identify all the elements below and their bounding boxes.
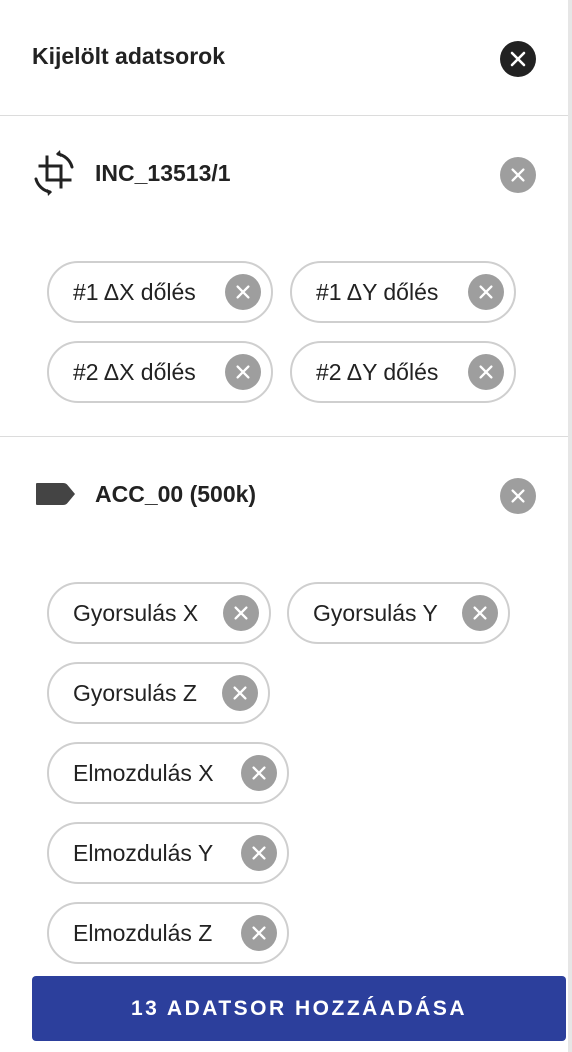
close-icon [511,168,525,182]
chip-label: Elmozdulás X [73,759,214,786]
remove-chip-button[interactable] [241,835,277,871]
remove-chip-button[interactable] [468,354,504,390]
remove-chip-button[interactable] [462,595,498,631]
series-chip: Gyorsulás X [47,582,271,644]
remove-chip-button[interactable] [223,595,259,631]
panel-title: Kijelölt adatsorok [32,43,225,69]
chip-label: Elmozdulás Z [73,919,213,946]
series-chip: Elmozdulás Y [47,822,289,884]
close-icon [234,606,248,620]
series-group-inc: INC_13513/1 #1 ΔX dőlés #1 ΔY dőlés #2 Δ… [0,117,568,437]
selected-series-panel: Kijelölt adatsorok INC_13513/1 #1 ΔX dől… [0,0,568,1052]
remove-chip-button[interactable] [241,755,277,791]
close-icon [236,285,250,299]
series-chip: #1 ΔX dőlés [47,261,273,323]
close-icon [252,926,266,940]
remove-group-button[interactable] [500,157,536,193]
chip-label: Gyorsulás X [73,599,199,626]
close-icon [479,285,493,299]
chip-label: #1 ΔX dőlés [73,278,196,305]
chip-label: #2 ΔY dőlés [316,358,439,385]
close-icon [510,51,526,67]
series-chip: Gyorsulás Z [47,662,270,724]
remove-chip-button[interactable] [225,274,261,310]
close-icon [252,846,266,860]
remove-chip-button[interactable] [222,675,258,711]
chip-label: Gyorsulás Y [313,599,438,626]
series-chip: Gyorsulás Y [287,582,510,644]
remove-group-button[interactable] [500,478,536,514]
chip-label: Gyorsulás Z [73,679,197,706]
series-chip: #1 ΔY dőlés [290,261,516,323]
scrollbar[interactable] [568,0,572,1052]
close-icon [511,489,525,503]
close-icon [233,686,247,700]
series-chip: Elmozdulás Z [47,902,289,964]
panel-header: Kijelölt adatsorok [0,0,568,116]
close-icon [236,365,250,379]
series-chip: #2 ΔX dőlés [47,341,273,403]
remove-chip-button[interactable] [468,274,504,310]
close-icon [252,766,266,780]
crop-rotate-icon [30,149,78,197]
series-group-title: ACC_00 (500k) [95,481,257,507]
close-icon [479,365,493,379]
remove-chip-button[interactable] [241,915,277,951]
series-chip: Elmozdulás X [47,742,289,804]
add-series-button[interactable]: 13 ADATSOR HOZZÁADÁSA [32,976,566,1041]
close-icon [473,606,487,620]
chip-label: #2 ΔX dőlés [73,358,196,385]
series-chip: #2 ΔY dőlés [290,341,516,403]
series-group-acc: ACC_00 (500k) Gyorsulás X Gyorsulás Y Gy… [0,438,568,1052]
chip-label: Elmozdulás Y [73,839,214,866]
chip-label: #1 ΔY dőlés [316,278,439,305]
remove-chip-button[interactable] [225,354,261,390]
close-panel-button[interactable] [500,41,536,77]
series-group-title: INC_13513/1 [95,160,231,186]
label-icon [30,470,78,518]
